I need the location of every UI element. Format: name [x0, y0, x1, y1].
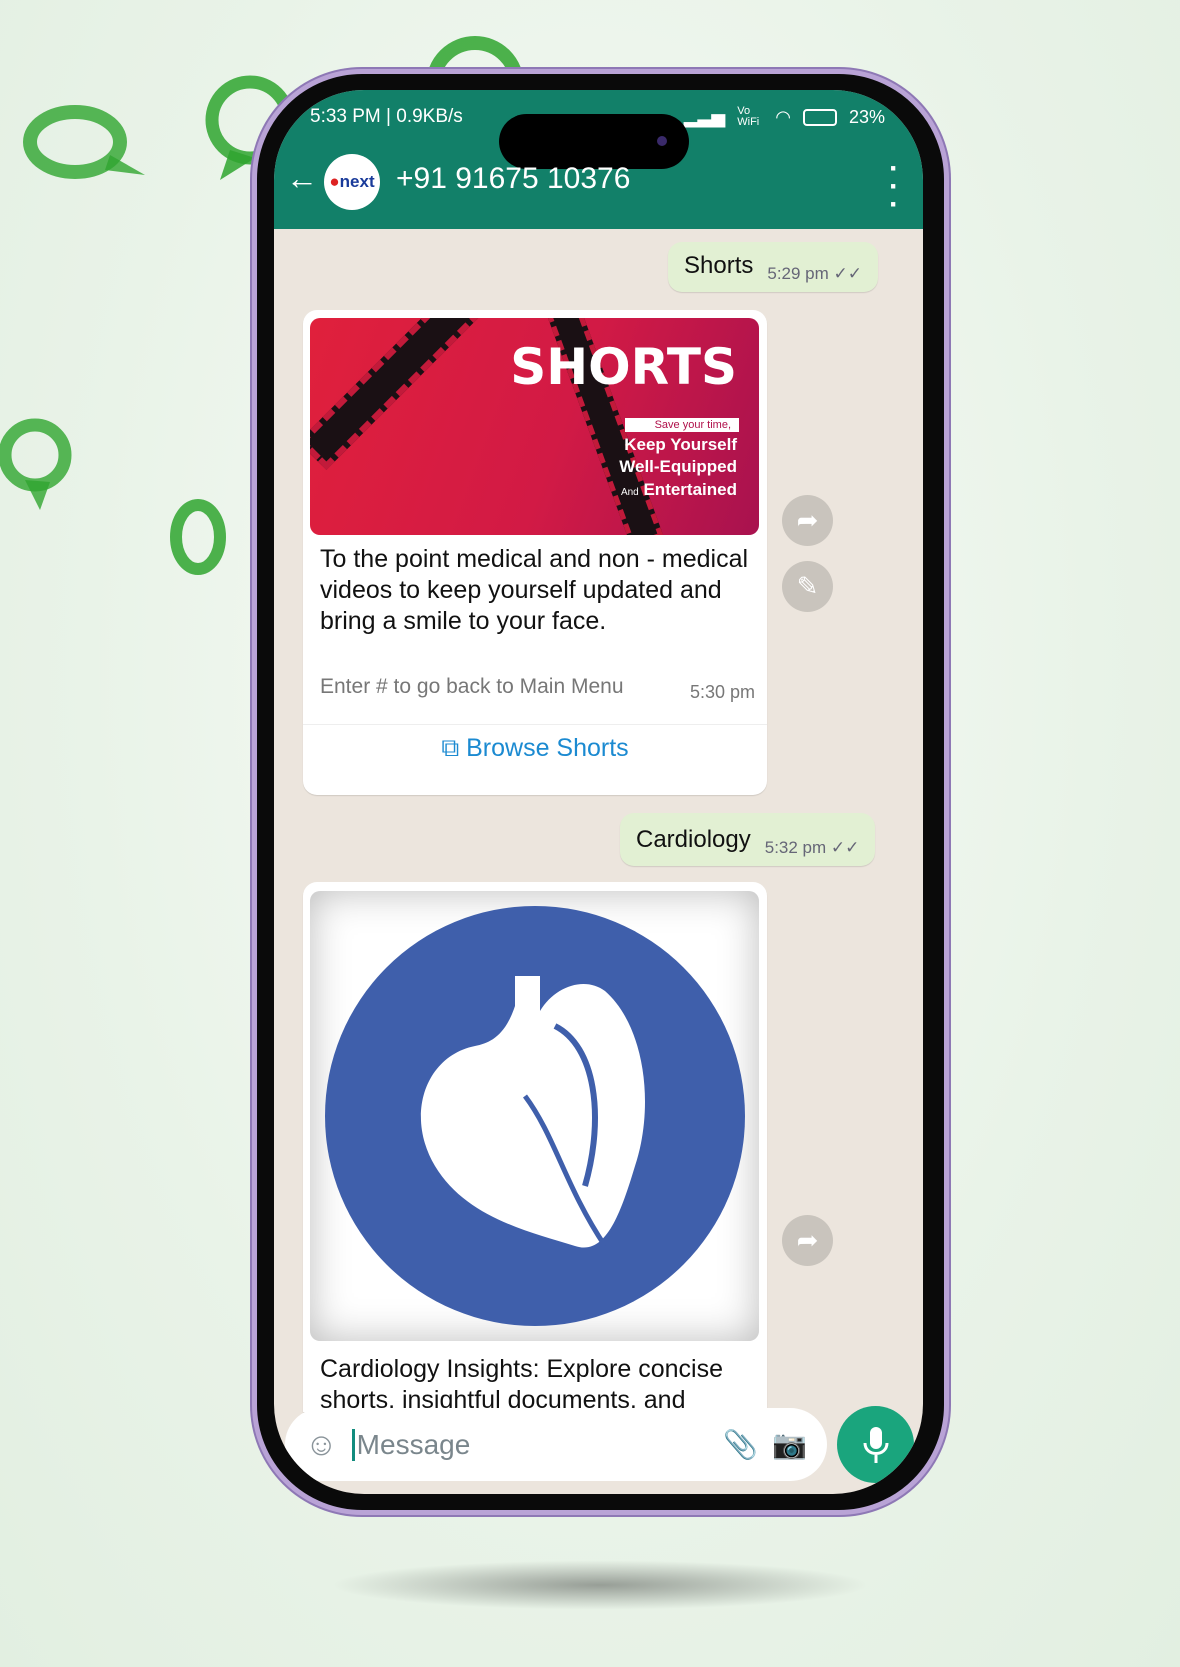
cardiology-image[interactable]: [310, 891, 759, 1341]
forward-button[interactable]: ➦: [782, 495, 833, 546]
edit-button[interactable]: ✎: [782, 561, 833, 612]
more-vertical-icon[interactable]: · · ·: [889, 154, 899, 220]
mic-button[interactable]: [837, 1406, 914, 1483]
arrow-left-icon[interactable]: ←: [286, 160, 318, 197]
chat-header: 5:33 PM | 0.9KB/s ▂▃▅ Vo WiFi ◠ 23% ← ● n…: [274, 90, 923, 229]
status-icons: ▂▃▅ Vo WiFi ◠ 23%: [684, 106, 885, 128]
phone-shadow: [330, 1560, 870, 1610]
emoji-icon[interactable]: ☺: [305, 1426, 338, 1463]
external-link-icon: ⧉: [441, 734, 460, 762]
whatsapp-logo-decoration: [23, 105, 145, 179]
avatar-text: next: [339, 172, 375, 191]
whatsapp-logo-decoration: [170, 499, 226, 575]
avatar[interactable]: ● next: [324, 154, 380, 210]
forward-icon: ➦: [796, 505, 819, 535]
pencil-icon: ✎: [796, 571, 819, 601]
browse-shorts-button[interactable]: ⧉ Browse Shorts: [303, 734, 767, 763]
paperclip-icon[interactable]: 📎: [723, 1428, 758, 1461]
double-check-icon: ✓✓: [833, 264, 863, 283]
banner-headline: SHORTS: [510, 338, 737, 396]
signal-icon: ▂▃▅: [683, 106, 726, 127]
divider: [303, 724, 767, 725]
whatsapp-screen: 5:33 PM | 0.9KB/s ▂▃▅ Vo WiFi ◠ 23% ← ● n…: [274, 90, 923, 1494]
outgoing-message[interactable]: Shorts 5:29 pm ✓✓: [668, 242, 879, 292]
camera-notch: [499, 114, 689, 169]
status-time: 5:33 PM | 0.9KB/s: [310, 106, 463, 127]
message-body: To the point medical and non - medical v…: [320, 545, 749, 635]
battery-level: 23%: [848, 106, 885, 127]
message-input-bar: ☺ Message 📎 📷: [285, 1408, 827, 1481]
message-body: Cardiology Insights: Explore concise sho…: [320, 1355, 723, 1414]
incoming-message[interactable]: Cardiology Insights: Explore concise sho…: [303, 882, 767, 1414]
contact-name[interactable]: +91 91675 10376: [396, 162, 630, 196]
message-time: 5:30 pm: [689, 682, 755, 702]
message-input[interactable]: Message: [351, 1428, 710, 1461]
banner-line3: And Entertained: [620, 480, 737, 499]
shorts-banner-image[interactable]: SHORTS Save your time, Keep Yourself Well…: [310, 318, 759, 535]
banner-lines: Keep Yourself Well-Equipped: [619, 435, 737, 476]
battery-icon: [802, 108, 837, 126]
double-check-icon: ✓✓: [830, 838, 860, 857]
heart-icon: [324, 906, 745, 1326]
wifi-icon: ◠: [775, 106, 791, 127]
message-time: 5:32 pm ✓✓: [764, 838, 860, 857]
forward-button[interactable]: ➦: [782, 1215, 833, 1266]
message-text: Shorts: [684, 252, 754, 279]
camera-icon[interactable]: 📷: [772, 1428, 807, 1461]
microphone-icon: [863, 1426, 888, 1463]
forward-icon: ➦: [796, 1225, 819, 1255]
message-time: 5:29 pm ✓✓: [767, 264, 863, 283]
message-text: Cardiology: [636, 826, 751, 853]
outgoing-message[interactable]: Cardiology 5:32 pm ✓✓: [620, 813, 876, 866]
avatar-logo: ●: [329, 172, 340, 191]
banner-tagline: Save your time,: [624, 418, 739, 432]
vowifi-label: Vo WiFi: [737, 105, 760, 128]
message-footer: Enter # to go back to Main Menu: [320, 675, 624, 698]
film-strip: [310, 318, 482, 470]
incoming-message[interactable]: SHORTS Save your time, Keep Yourself Well…: [303, 310, 767, 795]
whatsapp-logo-decoration: [0, 418, 72, 510]
